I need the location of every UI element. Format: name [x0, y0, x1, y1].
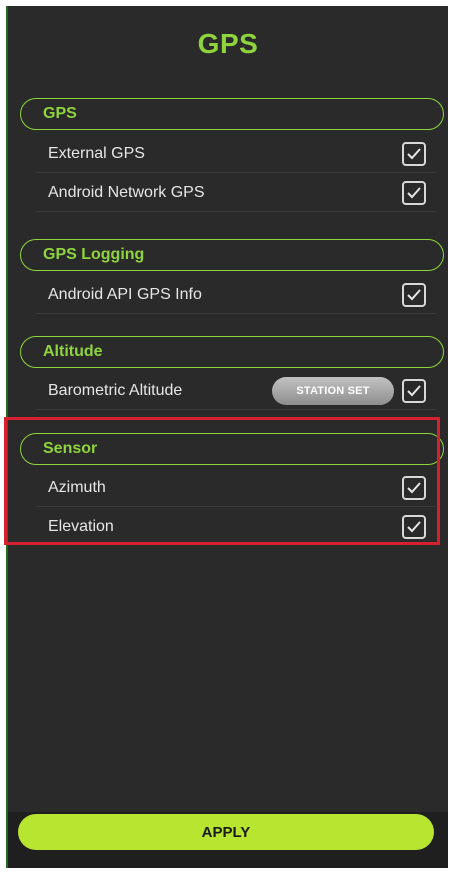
setting-row-external-gps[interactable]: External GPS: [36, 135, 436, 173]
android-api-gps-info-checkbox[interactable]: [402, 282, 426, 307]
setting-label: Barometric Altitude: [48, 381, 183, 399]
section-header-label: Altitude: [43, 343, 103, 360]
setting-row-barometric-altitude[interactable]: Barometric Altitude STATION SET: [36, 372, 436, 410]
page-title: GPS: [197, 28, 259, 59]
checkmark-icon: [407, 186, 421, 198]
setting-label: Android API GPS Info: [48, 285, 202, 303]
apply-button[interactable]: APPLY: [18, 814, 434, 850]
checkmark-icon: [407, 384, 421, 396]
checkmark-icon: [407, 288, 421, 300]
checkmark-icon: [407, 147, 421, 159]
setting-row-android-api-gps-info[interactable]: Android API GPS Info: [36, 276, 436, 314]
section-header-label: GPS Logging: [43, 246, 145, 263]
external-gps-checkbox[interactable]: [402, 141, 426, 166]
android-network-gps-checkbox[interactable]: [402, 180, 426, 205]
setting-row-android-network-gps[interactable]: Android Network GPS: [36, 174, 436, 212]
setting-label: External GPS: [48, 144, 145, 162]
barometric-altitude-checkbox[interactable]: [402, 378, 426, 403]
station-set-button[interactable]: STATION SET: [272, 376, 394, 405]
setting-label: Android Network GPS: [48, 183, 205, 201]
section-header-gps: GPS: [20, 98, 444, 130]
section-header-altitude: Altitude: [20, 336, 444, 368]
sensor-highlight-box: [4, 417, 440, 545]
section-header-gps-logging: GPS Logging: [20, 239, 444, 271]
section-header-label: GPS: [43, 105, 77, 122]
